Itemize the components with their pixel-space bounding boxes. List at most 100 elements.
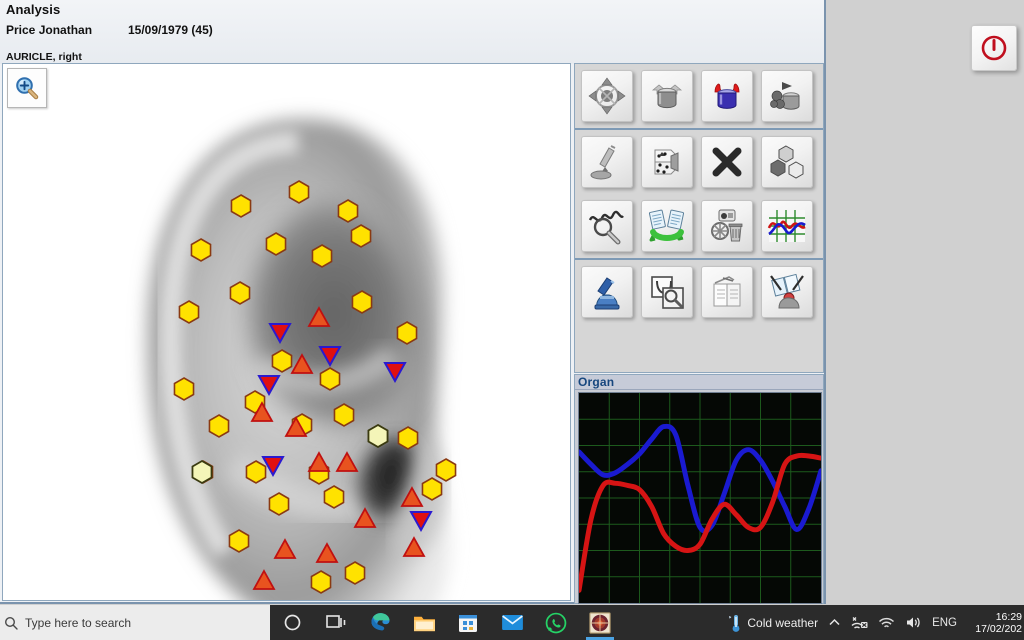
- compare-images-icon: [651, 276, 684, 309]
- organ-panel-title-bar: Organ: [575, 375, 823, 390]
- marker-hexagon[interactable]: [173, 377, 195, 401]
- marker-hexagon[interactable]: [337, 199, 359, 223]
- ear-app-icon[interactable]: [578, 605, 622, 640]
- marker-hexagon[interactable]: [435, 458, 457, 482]
- zoom-in-tool-button[interactable]: [7, 68, 47, 108]
- marker-hexagon[interactable]: [230, 194, 252, 218]
- exit-power-button[interactable]: [971, 25, 1017, 71]
- task-view-icon[interactable]: [314, 605, 358, 640]
- marker-hexagon[interactable]: [310, 570, 332, 594]
- graph-curves-button[interactable]: [761, 200, 813, 252]
- mail-icon[interactable]: [490, 605, 534, 640]
- organ-chart-panel: Organ: [574, 374, 824, 604]
- image-viewer[interactable]: [2, 63, 571, 601]
- marker-hexagon[interactable]: [344, 561, 366, 585]
- microscope-button[interactable]: [581, 266, 633, 318]
- cortana-circle-icon[interactable]: [270, 605, 314, 640]
- clock[interactable]: 16:29 17/02/202: [962, 611, 1024, 635]
- cylinder-rotate-button[interactable]: [641, 70, 693, 122]
- marker-hexagon[interactable]: [397, 426, 419, 450]
- marker-hexagon[interactable]: [333, 403, 355, 427]
- marker-hexagon[interactable]: [350, 224, 372, 248]
- weather-label: Cold weather: [747, 615, 819, 630]
- whatsapp-icon[interactable]: [534, 605, 578, 640]
- marker-hexagon[interactable]: [319, 367, 341, 391]
- molecule-button[interactable]: [761, 136, 813, 188]
- power-off-icon: [981, 35, 1007, 61]
- report-icon: [713, 276, 741, 307]
- clock-time: 16:29: [995, 610, 1022, 623]
- taskbar-search[interactable]: Type here to search: [0, 605, 270, 640]
- weather-widget[interactable]: Cold weather: [722, 613, 823, 633]
- delete-record-button[interactable]: [701, 200, 753, 252]
- marker-hexagon[interactable]: [229, 281, 251, 305]
- marker-hexagon[interactable]: [288, 180, 310, 204]
- marker-hexagon[interactable]: [178, 300, 200, 324]
- tool-row: [575, 64, 823, 128]
- transfer-docs-icon: [648, 209, 685, 242]
- clear-cross-button[interactable]: [701, 136, 753, 188]
- marker-hexagon[interactable]: [396, 321, 418, 345]
- wifi-button[interactable]: [873, 616, 900, 630]
- anatomical-region-label: AURICLE, right: [6, 51, 82, 63]
- tool-row: [575, 130, 823, 194]
- therapy-button[interactable]: [761, 266, 813, 318]
- magnifier-wave-icon: [588, 210, 624, 245]
- microsoft-store-icon[interactable]: [446, 605, 490, 640]
- probe-icon: [590, 145, 616, 180]
- marker-hexagon[interactable]: [323, 485, 345, 509]
- marker-hexagon[interactable]: [228, 529, 250, 553]
- page-title: Analysis: [6, 2, 61, 17]
- volume-button[interactable]: [900, 615, 927, 630]
- marker-hexagon[interactable]: [265, 232, 287, 256]
- navigate-3d-button[interactable]: [581, 70, 633, 122]
- windows-taskbar[interactable]: Type here to search Cold weather ENG 16:…: [0, 605, 1024, 640]
- marker-hexagon-selected[interactable]: [191, 459, 213, 485]
- compare-images-button[interactable]: [641, 266, 693, 318]
- tool-row: [575, 194, 823, 258]
- marker-hexagon[interactable]: [271, 349, 293, 373]
- file-explorer-icon[interactable]: [402, 605, 446, 640]
- molecule-icon: [770, 145, 804, 179]
- tool-group-2: [575, 128, 823, 258]
- cylinder-scan-button[interactable]: [761, 70, 813, 122]
- organ-signal-chart[interactable]: [578, 392, 822, 604]
- system-tray[interactable]: Cold weather ENG 16:29 17/02/202: [722, 605, 1024, 640]
- transfer-docs-button[interactable]: [641, 200, 693, 252]
- marker-hexagon-selected[interactable]: [367, 423, 389, 449]
- network-status-button[interactable]: [846, 616, 873, 630]
- point-map-button[interactable]: [641, 136, 693, 188]
- marker-hexagon[interactable]: [190, 238, 212, 262]
- patient-name: Price Jonathan: [6, 23, 93, 37]
- speaker-icon: [907, 617, 920, 628]
- thermometer-icon: [729, 614, 740, 632]
- microscope-icon: [594, 277, 620, 310]
- marker-hexagon[interactable]: [268, 492, 290, 516]
- language-indicator[interactable]: ENG: [927, 617, 962, 629]
- delete-record-icon: [711, 209, 743, 242]
- cylinder-magnet-button[interactable]: [701, 70, 753, 122]
- network-error-icon: [851, 616, 868, 629]
- point-map-icon: [654, 149, 679, 175]
- search-input-placeholder[interactable]: Type here to search: [25, 616, 131, 630]
- marker-hexagon[interactable]: [421, 477, 443, 501]
- report-button[interactable]: [701, 266, 753, 318]
- marker-hexagon[interactable]: [208, 414, 230, 438]
- tool-group-3: [575, 258, 823, 324]
- cylinder-scan-icon: [770, 82, 800, 110]
- therapy-icon: [770, 273, 804, 309]
- tool-palette[interactable]: [574, 63, 824, 373]
- ear-image[interactable]: [3, 64, 571, 601]
- tray-expand-button[interactable]: [823, 616, 846, 629]
- magnifier-wave-button[interactable]: [581, 200, 633, 252]
- search-circle-icon: [2, 616, 20, 630]
- chevron-up-icon: [829, 618, 840, 626]
- analysis-window: Analysis Price Jonathan 15/09/1979 (45) …: [0, 0, 826, 604]
- marker-hexagon[interactable]: [245, 460, 267, 484]
- marker-hexagon[interactable]: [311, 244, 333, 268]
- probe-button[interactable]: [581, 136, 633, 188]
- clock-date: 17/02/202: [975, 622, 1022, 635]
- marker-hexagon[interactable]: [351, 290, 373, 314]
- wifi-icon: [879, 617, 895, 627]
- edge-icon[interactable]: [358, 605, 402, 640]
